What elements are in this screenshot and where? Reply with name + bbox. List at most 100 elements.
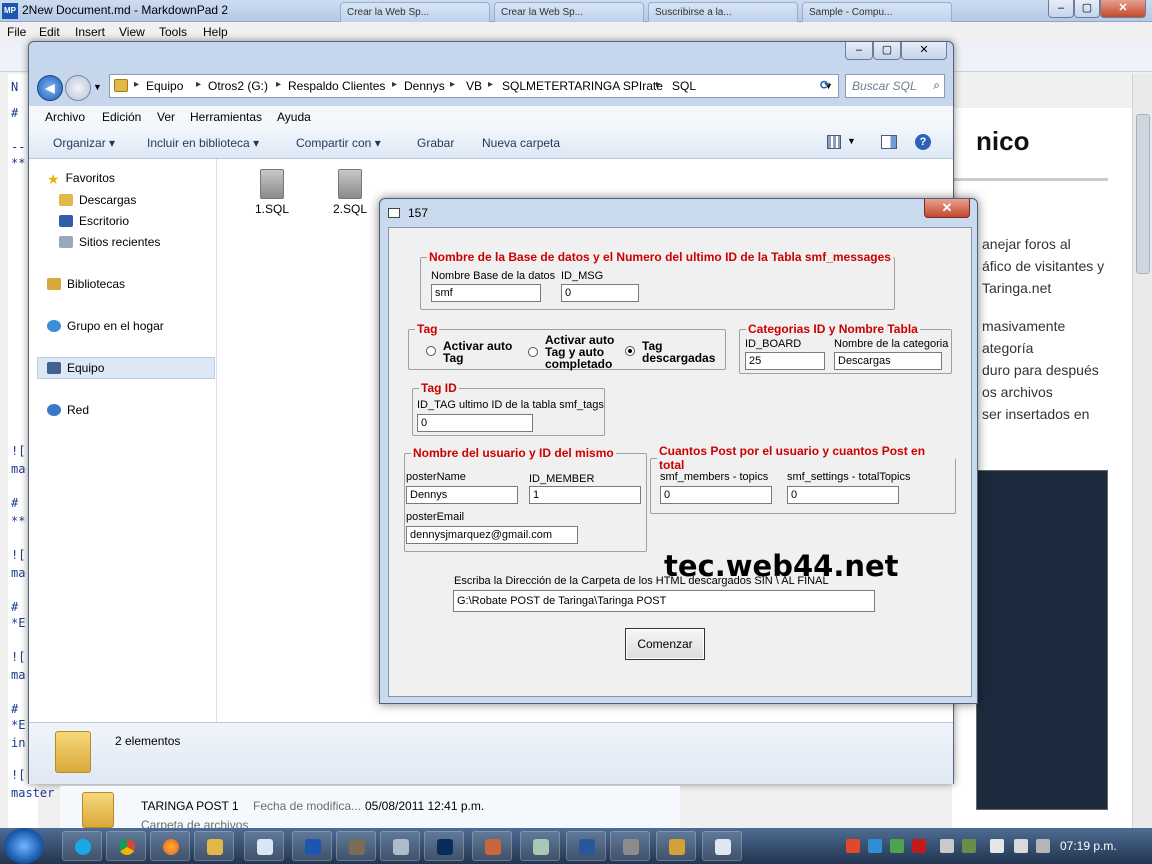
taskbar-skype[interactable] [62,831,102,861]
menu-view[interactable]: View [119,25,145,39]
path-input[interactable]: G:\Robate POST de Taringa\Taringa POST [453,590,875,612]
forward-button[interactable] [65,75,91,101]
share-button[interactable]: Compartir con ▾ [296,136,381,150]
start-button[interactable]: Comenzar [625,628,705,660]
preview-pane-icon[interactable] [881,135,897,149]
tray-icon[interactable] [868,839,882,853]
menu-insert[interactable]: Insert [75,25,105,39]
id-msg-input[interactable]: 0 [561,284,639,302]
taskbar-app11[interactable] [520,831,560,861]
topics-input[interactable]: 0 [660,486,772,504]
burn-button[interactable]: Grabar [417,136,454,150]
id-board-input[interactable]: 25 [745,352,825,370]
id-member-label: ID_MEMBER [529,473,595,485]
network-icon[interactable] [990,839,1004,853]
explorer-close-button[interactable]: ✕ [901,42,947,60]
radio-auto-tag[interactable] [426,346,436,356]
category-name-input[interactable]: Descargas [834,352,942,370]
start-orb-icon[interactable] [4,828,44,864]
include-library-button[interactable]: Incluir en biblioteca ▾ [147,136,259,150]
breadcrumb-dennys[interactable]: Dennys [404,79,445,93]
file-item[interactable]: 1.SQL [247,169,297,216]
taskbar-app10[interactable] [472,831,512,861]
taskbar-word[interactable] [566,831,606,861]
tray-icon[interactable] [846,839,860,853]
md-scrollbar-thumb[interactable] [1136,114,1150,274]
bg-tab-1[interactable]: Crear la Web Sp... [340,2,490,22]
breadcrumb-respaldo[interactable]: Respaldo Clientes [288,79,385,93]
bg-tab-3[interactable]: Suscribirse a la... [648,2,798,22]
address-bar[interactable]: ▸ Equipo ▸ Otros2 (G:) ▸ Respaldo Client… [109,74,839,98]
organize-button[interactable]: Organizar ▾ [53,136,115,150]
new-folder-button[interactable]: Nueva carpeta [482,136,560,150]
md-minimize-button[interactable]: – [1048,0,1074,18]
taskbar-app7[interactable] [336,831,376,861]
view-dropdown-icon[interactable]: ▼ [847,136,856,146]
menu-help[interactable]: Help [203,25,228,39]
poster-name-input[interactable]: Dennys [406,486,518,504]
menu-file[interactable]: File [7,25,26,39]
tray-icon[interactable] [912,839,926,853]
md-maximize-button[interactable]: ▢ [1074,0,1100,18]
tray-icon[interactable] [890,839,904,853]
tray-icon[interactable] [1036,839,1050,853]
breadcrumb-otros2[interactable]: Otros2 (G:) [208,79,268,93]
nav-equipo[interactable]: Equipo [47,361,104,375]
nav-favoritos[interactable]: ★ Favoritos [47,171,115,187]
bg-tab-4[interactable]: Sample - Compu... [802,2,952,22]
explorer-minimize-button[interactable]: – [845,42,873,60]
tray-icon[interactable] [940,839,954,853]
id-member-input[interactable]: 1 [529,486,641,504]
db-name-input[interactable]: smf [431,284,541,302]
menu-tools[interactable]: Tools [159,25,187,39]
help-icon[interactable]: ? [915,134,931,150]
nav-escritorio[interactable]: Escritorio [59,214,129,228]
volume-icon[interactable] [1014,839,1028,853]
taskbar-explorer[interactable] [194,831,234,861]
taskbar-calculator[interactable] [380,831,420,861]
menu-ver[interactable]: Ver [157,110,175,124]
taskbar-app13[interactable] [610,831,650,861]
taskbar-markdownpad[interactable] [292,831,332,861]
breadcrumb-equipo[interactable]: Equipo [146,79,183,93]
radio-tag-downloads[interactable] [625,346,635,356]
taskbar-app15[interactable] [702,831,742,861]
md-close-button[interactable]: ✕ [1100,0,1146,18]
nav-bibliotecas[interactable]: Bibliotecas [47,277,125,291]
taskbar-app14[interactable] [656,831,696,861]
menu-edit[interactable]: Edit [39,25,60,39]
menu-ayuda[interactable]: Ayuda [277,110,311,124]
total-topics-input[interactable]: 0 [787,486,899,504]
breadcrumb-sql[interactable]: SQL [672,79,696,93]
menu-edicion[interactable]: Edición [102,110,141,124]
markdownpad-icon [305,839,321,855]
nav-descargas[interactable]: Descargas [59,193,136,207]
taskbar-notepad[interactable] [244,831,284,861]
taskbar-chrome[interactable] [106,831,146,861]
explorer-maximize-button[interactable]: ▢ [873,42,901,60]
menu-herramientas[interactable]: Herramientas [190,110,262,124]
md-scrollbar[interactable] [1132,74,1152,836]
nav-sitios-recientes[interactable]: Sitios recientes [59,235,160,249]
bg-tab-2[interactable]: Crear la Web Sp... [494,2,644,22]
poster-email-input[interactable]: dennysjmarquez@gmail.com [406,526,578,544]
file-item[interactable]: 2.SQL [325,169,375,216]
breadcrumb-sqlmeter[interactable]: SQLMETERTARINGA SPIrate [502,79,663,93]
nav-red[interactable]: Red [47,403,89,417]
refresh-icon[interactable]: ⟳ [813,74,837,98]
id-tag-input[interactable]: 0 [417,414,533,432]
tray-icon[interactable] [962,839,976,853]
radio-auto-tag-complete[interactable] [528,347,538,357]
dialog-close-button[interactable]: ✕ [924,199,970,218]
view-options-icon[interactable] [827,135,841,149]
taskbar-photoshop[interactable] [424,831,464,861]
back-button[interactable]: ◀ [37,75,63,101]
search-input[interactable]: Buscar SQL ⌕ [845,74,945,98]
editor-line: ![ [11,650,26,664]
clock[interactable]: 07:19 p.m. [1060,839,1117,853]
menu-archivo[interactable]: Archivo [45,110,85,124]
recent-pages-chevron-icon[interactable]: ▼ [93,82,102,92]
nav-grupo-hogar[interactable]: Grupo en el hogar [47,319,164,333]
breadcrumb-vb[interactable]: VB [466,79,482,93]
taskbar-firefox[interactable] [150,831,190,861]
